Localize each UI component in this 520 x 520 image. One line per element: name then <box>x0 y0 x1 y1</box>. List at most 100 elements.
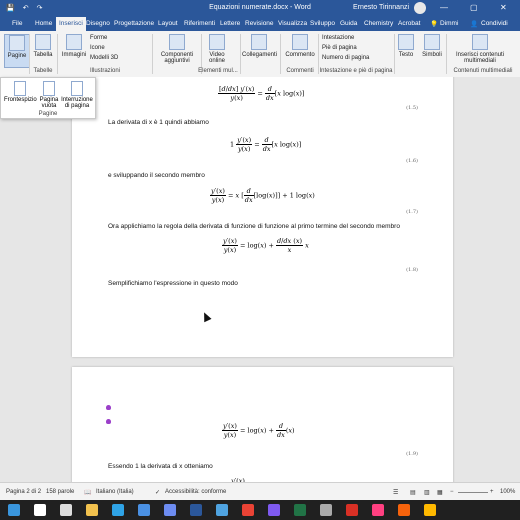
paragraph[interactable]: Essendo 1 la derivata di x otteniamo <box>108 463 213 470</box>
print-layout-icon[interactable]: ▥ <box>424 489 430 496</box>
tab-chemistry[interactable]: Chemistry <box>364 20 393 27</box>
minimize-button[interactable]: — <box>440 3 448 12</box>
text-button[interactable]: Testo <box>397 34 415 58</box>
file-explorer-icon[interactable] <box>86 504 98 516</box>
insert-media-label: Inserisci contenuti multimediali <box>455 52 505 64</box>
group-tabelle: Tabelle <box>33 68 53 74</box>
separator <box>394 34 395 74</box>
camera-icon[interactable] <box>372 504 384 516</box>
insert-media-button[interactable]: Inserisci contenuti multimediali <box>448 34 512 64</box>
tab-riferimenti[interactable]: Riferimenti <box>184 20 215 27</box>
word-icon[interactable] <box>190 504 202 516</box>
equation-1-7[interactable]: y′(x) y(x) = x [d dx [log(x)]] + 1 log(x) <box>210 187 315 204</box>
equation-1-9[interactable]: y′(x) y(x) = log(x) + d dx (x) <box>222 422 295 439</box>
tab-sviluppo[interactable]: Sviluppo <box>310 20 335 27</box>
separator <box>280 34 281 74</box>
tell-me-box[interactable]: Dimmi <box>440 20 458 27</box>
document-area[interactable]: [d/dx] y′(x) y(x) = d dx [x log(x)] (1.5) L… <box>0 77 520 482</box>
pages-label: Pagine <box>7 53 27 59</box>
tab-visualizza[interactable]: Visualizza <box>278 20 307 27</box>
paragraph[interactable]: Semplifichiamo l'espressione in questo m… <box>108 280 238 287</box>
proofing-icon[interactable]: 📖 <box>84 489 91 496</box>
zoom-level[interactable]: 100% <box>500 489 515 495</box>
zoom-slider[interactable] <box>458 492 488 493</box>
symbols-button[interactable]: Simboli <box>420 34 444 58</box>
tab-revisione[interactable]: Revisione <box>245 20 274 27</box>
page-count[interactable]: Pagina 2 di 2 <box>6 489 41 495</box>
pages-dropdown: Frontespizio Pagina vuota Interruzione d… <box>0 77 96 119</box>
chrome-icon[interactable] <box>242 504 254 516</box>
restore-button[interactable]: ▢ <box>470 3 478 12</box>
icons-button[interactable]: Icone <box>90 45 105 51</box>
windows-start-icon[interactable] <box>8 504 20 516</box>
pages-button[interactable]: Pagine <box>4 34 30 68</box>
zoom-in-button[interactable]: + <box>490 489 494 495</box>
footer-button[interactable]: Piè di pagina <box>322 45 357 51</box>
page-number-button[interactable]: Numero di pagina <box>322 55 369 61</box>
equation-1-5[interactable]: [d/dx] y′(x) y(x) = d dx [x log(x)] <box>218 85 304 102</box>
taskbar <box>0 500 520 520</box>
page-1[interactable]: [d/dx] y′(x) y(x) = d dx [x log(x)] (1.5) L… <box>72 77 453 357</box>
table-button[interactable]: Tabella <box>31 34 55 58</box>
blank-page-button[interactable]: Pagina vuota <box>37 81 61 109</box>
tab-guida[interactable]: Guida <box>340 20 357 27</box>
tab-progettazione[interactable]: Progettazione <box>114 20 154 27</box>
table-label: Tabella <box>33 52 53 58</box>
accessibility-status[interactable]: Accessibilità: conforme <box>165 489 226 495</box>
3d-models-button[interactable]: Modelli 3D <box>90 55 118 61</box>
search-icon[interactable] <box>34 504 46 516</box>
close-button[interactable]: ✕ <box>500 3 507 12</box>
page-break-button[interactable]: Interruzione di pagina <box>61 81 93 109</box>
mail-icon[interactable] <box>138 504 150 516</box>
paint-icon[interactable] <box>398 504 410 516</box>
zoom-out-button[interactable]: − <box>450 489 454 495</box>
textbox-icon <box>398 34 414 50</box>
acrobat-icon[interactable] <box>346 504 358 516</box>
avatar[interactable] <box>414 2 426 14</box>
language[interactable]: Italiano (Italia) <box>96 489 134 495</box>
settings-icon[interactable] <box>320 504 332 516</box>
group-commenti: Commenti <box>286 68 314 74</box>
images-button[interactable]: Immagini <box>60 34 88 58</box>
photos-icon[interactable] <box>216 504 228 516</box>
paragraph[interactable]: e sviluppando il secondo membro <box>108 172 205 179</box>
equation-number: (1.6) <box>406 158 418 164</box>
paragraph[interactable]: La derivata di x è 1 quindi abbiamo <box>108 119 209 126</box>
focus-icon[interactable]: ☰ <box>393 489 398 496</box>
cover-page-button[interactable]: Frontespizio <box>4 81 37 103</box>
calendar-icon[interactable] <box>164 504 176 516</box>
tab-inserisci[interactable]: Inserisci <box>56 17 86 31</box>
share-button[interactable]: Condividi <box>481 20 508 27</box>
notes-icon[interactable] <box>424 504 436 516</box>
equation-1-8[interactable]: y′(x) y(x) = log(x) + d/dx (x) x x <box>222 237 309 254</box>
addins-button[interactable]: Componenti aggiuntivi <box>156 34 198 64</box>
user-name[interactable]: Ernesto Tirinnanzi <box>353 4 409 11</box>
tab-disegno[interactable]: Disegno <box>86 20 110 27</box>
word-count[interactable]: 158 parole <box>46 489 74 495</box>
links-button[interactable]: Collegamenti <box>242 34 277 58</box>
online-video-button[interactable]: Video online <box>204 34 230 64</box>
tab-layout[interactable]: Layout <box>158 20 178 27</box>
pages-icon <box>9 35 25 51</box>
comment-button[interactable]: Commento <box>284 34 316 58</box>
store-icon[interactable] <box>268 504 280 516</box>
read-mode-icon[interactable]: ▤ <box>410 489 416 496</box>
tab-home[interactable]: Home <box>35 20 52 27</box>
separator <box>152 34 153 74</box>
web-layout-icon[interactable]: ▦ <box>437 489 443 496</box>
excel-icon[interactable] <box>294 504 306 516</box>
task-view-icon[interactable] <box>60 504 72 516</box>
equation-1-6[interactable]: 1 y′(x) y(x) = d dx [x log(x)] <box>230 136 301 153</box>
images-label: Immagini <box>61 52 87 58</box>
edge-icon[interactable] <box>112 504 124 516</box>
tab-acrobat[interactable]: Acrobat <box>398 20 420 27</box>
shapes-button[interactable]: Forme <box>90 35 107 41</box>
separator <box>240 34 241 74</box>
tab-lettere[interactable]: Lettere <box>220 20 240 27</box>
comment-label: Commento <box>285 52 315 58</box>
paragraph[interactable]: Ora applichiamo la regola della derivata… <box>108 223 400 230</box>
ribbon-tabs: File Home Inserisci Disegno Progettazion… <box>0 17 520 31</box>
tab-file[interactable]: File <box>12 20 22 27</box>
header-button[interactable]: Intestazione <box>322 35 354 41</box>
page-2[interactable]: y′(x) y(x) = log(x) + d dx (x) (1.9) Essend… <box>72 367 453 482</box>
